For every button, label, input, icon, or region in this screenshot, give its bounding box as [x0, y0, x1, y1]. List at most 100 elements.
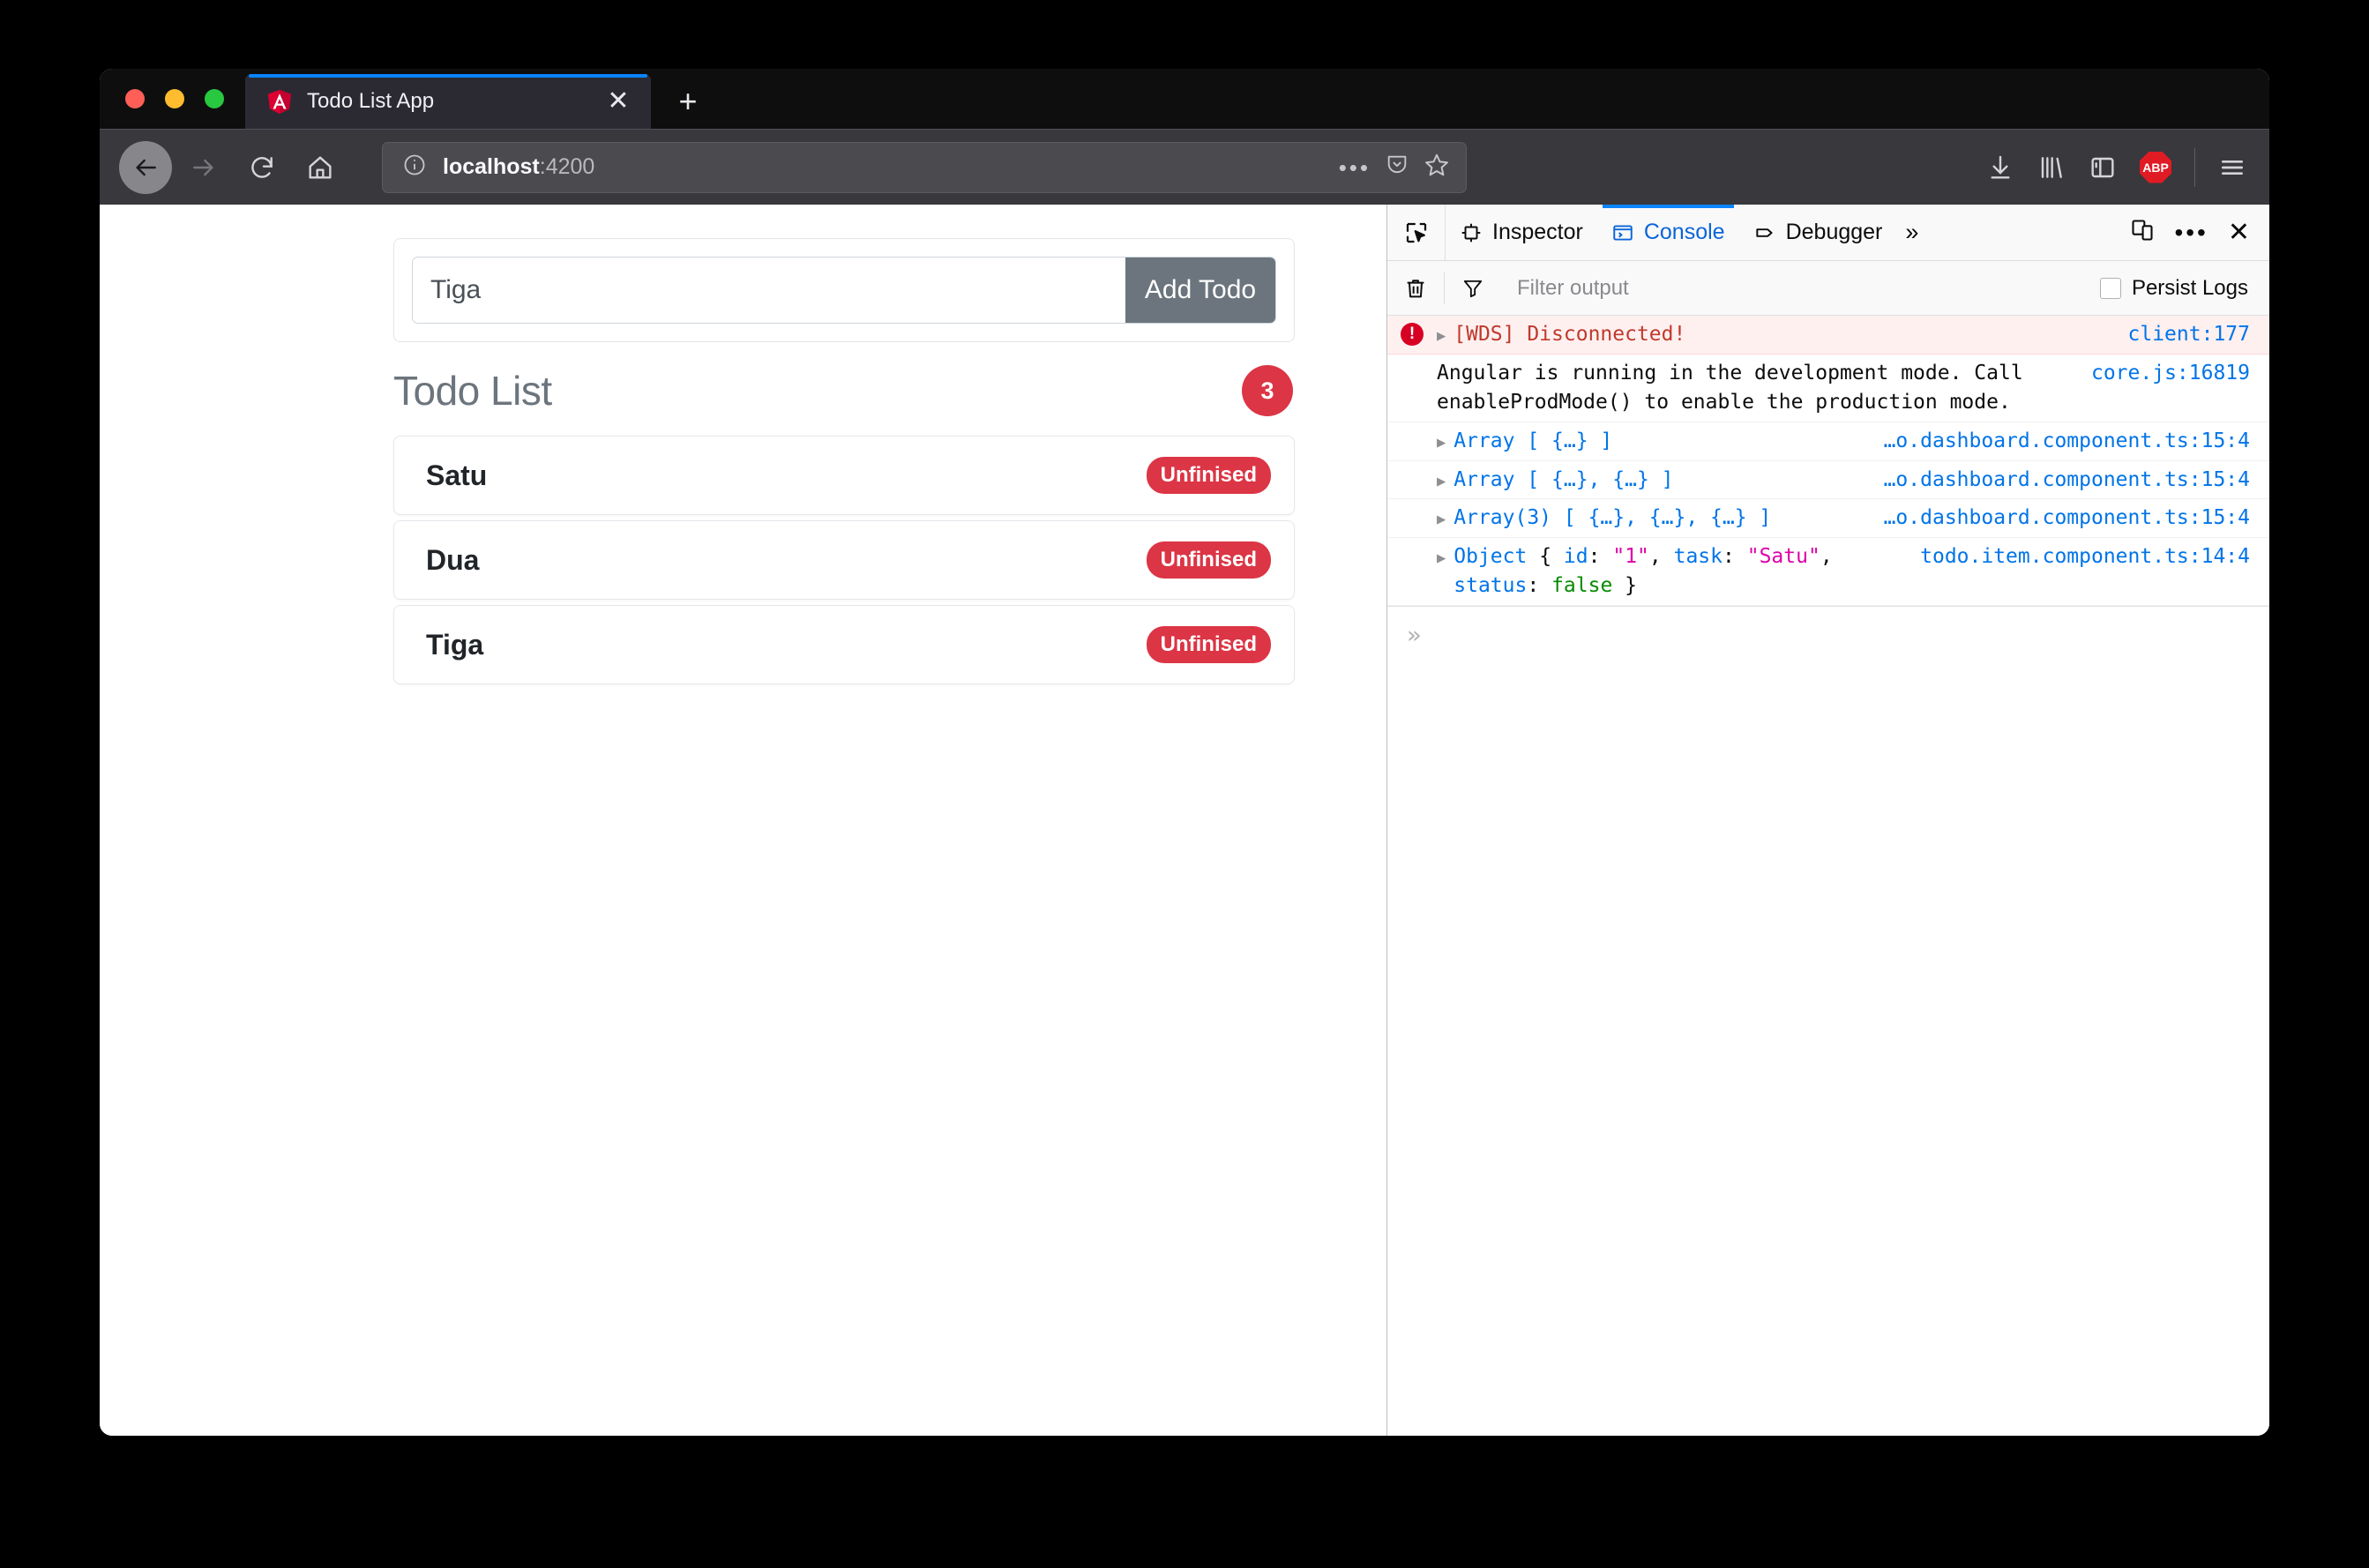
url-text[interactable]: localhost:4200: [443, 154, 1323, 180]
browser-content: Add Todo Todo List 3 Satu Unfinised Dua …: [100, 205, 2269, 1436]
url-bar[interactable]: localhost:4200 •••: [382, 141, 1467, 193]
add-todo-input-group: Add Todo: [412, 257, 1276, 324]
list-item[interactable]: Tiga Unfinised: [393, 605, 1295, 684]
devtools-toolbar-right: ••• ✕: [2121, 205, 2269, 260]
tab-inspector[interactable]: Inspector: [1446, 205, 1597, 260]
console-message-text: [WDS] Disconnected!: [1454, 323, 1686, 346]
url-action-icons: •••: [1339, 152, 1450, 183]
console-message-source[interactable]: client:177: [2111, 320, 2250, 349]
message-gutter: [1387, 359, 1437, 362]
console-message-source[interactable]: …o.dashboard.component.ts:15:4: [1866, 504, 2250, 533]
console-input-prompt[interactable]: »: [1387, 606, 2269, 664]
todo-app: Add Todo Todo List 3 Satu Unfinised Dua …: [393, 238, 1295, 684]
expand-triangle-icon[interactable]: ▶: [1437, 504, 1454, 530]
adblock-plus-icon[interactable]: ABP: [2140, 151, 2171, 183]
todo-list-header: Todo List 3: [393, 365, 1295, 416]
url-host: localhost: [443, 154, 540, 179]
url-port: :4200: [539, 154, 595, 179]
todo-count-badge: 3: [1242, 365, 1293, 416]
console-message-source[interactable]: …o.dashboard.component.ts:15:4: [1866, 466, 2250, 495]
expand-triangle-icon[interactable]: ▶: [1437, 320, 1454, 347]
console-message-row[interactable]: ! ▶ [WDS] Disconnected! client:177: [1387, 316, 2269, 355]
hamburger-menu-icon[interactable]: [2218, 153, 2246, 182]
arrow-right-icon[interactable]: [177, 141, 230, 194]
message-gutter: [1387, 542, 1437, 545]
console-output[interactable]: ! ▶ [WDS] Disconnected! client:177 Angul…: [1387, 316, 2269, 1436]
tab-title: Todo List App: [307, 89, 435, 113]
tab-debugger[interactable]: Debugger: [1739, 205, 1897, 260]
devtools-panel: Inspector Console Debugger » ••• ✕ Filte…: [1386, 205, 2269, 1436]
status-badge[interactable]: Unfinised: [1146, 541, 1271, 579]
ellipsis-icon[interactable]: •••: [1339, 156, 1371, 179]
add-todo-button[interactable]: Add Todo: [1125, 258, 1275, 323]
library-icon[interactable]: [2037, 153, 2066, 182]
arrow-left-icon[interactable]: [119, 140, 172, 194]
close-icon[interactable]: ✕: [2228, 219, 2250, 246]
persist-logs-toggle[interactable]: Persist Logs: [2099, 276, 2269, 301]
console-message-row[interactable]: ▶ Array [ {…} ] …o.dashboard.component.t…: [1387, 422, 2269, 461]
console-message-row[interactable]: ▶ Array [ {…}, {…} ] …o.dashboard.compon…: [1387, 461, 2269, 500]
console-message-row[interactable]: ▶ Object { id: "1", task: "Satu", status…: [1387, 538, 2269, 606]
close-icon[interactable]: ✕: [603, 86, 633, 116]
tab-label: Debugger: [1785, 220, 1883, 244]
tab-console[interactable]: Console: [1597, 205, 1739, 260]
responsive-design-mode-icon[interactable]: [2130, 218, 2155, 247]
tab-strip: Todo List App ✕ +: [100, 69, 2269, 129]
browser-tab-todo-list-app[interactable]: Todo List App ✕: [245, 74, 651, 129]
navigation-toolbar: localhost:4200 ••• ABP: [100, 129, 2269, 205]
todo-task-label: Dua: [426, 543, 480, 576]
status-badge[interactable]: Unfinised: [1146, 626, 1271, 663]
message-gutter: [1387, 427, 1437, 429]
tab-label: Inspector: [1492, 220, 1583, 244]
devtools-tab-overflow-icon[interactable]: »: [1896, 205, 1927, 260]
sidebar-icon[interactable]: [2089, 153, 2117, 182]
list-item[interactable]: Satu Unfinised: [393, 436, 1295, 515]
console-icon: [1611, 221, 1634, 244]
angular-logo-icon: [266, 88, 293, 115]
toolbar-right-icons: ABP: [1986, 147, 2250, 187]
window-traffic-lights: [100, 69, 245, 129]
expand-triangle-icon[interactable]: ▶: [1437, 542, 1454, 569]
new-tab-button[interactable]: +: [663, 74, 713, 129]
toolbar-divider: [2194, 147, 2195, 187]
console-message-text: Array [ {…}, {…} ]: [1454, 467, 1674, 491]
web-page-viewport: Add Todo Todo List 3 Satu Unfinised Dua …: [100, 205, 1386, 1436]
expand-triangle-icon[interactable]: ▶: [1437, 427, 1454, 453]
todo-task-label: Satu: [426, 459, 488, 491]
console-message-source[interactable]: todo.item.component.ts:14:4: [1902, 542, 2250, 571]
persist-logs-checkbox[interactable]: [2099, 277, 2121, 299]
expand-triangle-icon[interactable]: ▶: [1437, 466, 1454, 492]
browser-window: Todo List App ✕ + localhost:4200 ••• ABP…: [100, 69, 2269, 1436]
star-icon[interactable]: [1424, 152, 1450, 183]
maximize-window-button[interactable]: [205, 89, 224, 108]
page-title: Todo List: [393, 368, 552, 414]
pocket-shield-icon[interactable]: [1385, 153, 1409, 182]
home-icon[interactable]: [294, 141, 347, 194]
reload-icon[interactable]: [235, 141, 288, 194]
console-message-text: Array(3) [ {…}, {…}, {…} ]: [1454, 506, 1772, 530]
trash-icon[interactable]: [1387, 276, 1444, 301]
minimize-window-button[interactable]: [165, 89, 184, 108]
inspector-icon: [1460, 221, 1483, 244]
devtools-filter-bar: Persist Logs: [1387, 261, 2269, 316]
funnel-icon[interactable]: [1445, 277, 1501, 300]
list-item[interactable]: Dua Unfinised: [393, 520, 1295, 600]
close-window-button[interactable]: [125, 89, 145, 108]
console-message-source[interactable]: …o.dashboard.component.ts:15:4: [1866, 427, 2250, 456]
ellipsis-icon[interactable]: •••: [2174, 220, 2208, 245]
console-message-text: Angular is running in the development mo…: [1437, 361, 2023, 414]
status-badge[interactable]: Unfinised: [1146, 457, 1271, 494]
console-message-row[interactable]: ▶ Array(3) [ {…}, {…}, {…} ] …o.dashboar…: [1387, 499, 2269, 539]
error-icon: !: [1387, 320, 1437, 346]
console-empty-area: [1387, 664, 2269, 1436]
message-gutter: [1387, 466, 1437, 468]
element-picker-icon[interactable]: [1387, 205, 1446, 260]
todo-task-label: Tiga: [426, 628, 484, 661]
todo-input[interactable]: [413, 258, 1125, 323]
info-circle-icon[interactable]: [402, 153, 427, 182]
console-message-row[interactable]: Angular is running in the development mo…: [1387, 355, 2269, 422]
filter-input[interactable]: [1501, 275, 2100, 301]
download-icon[interactable]: [1986, 153, 2014, 182]
console-message-source[interactable]: core.js:16819: [2074, 359, 2250, 388]
todo-list: Satu Unfinised Dua Unfinised Tiga Unfini…: [393, 436, 1295, 684]
